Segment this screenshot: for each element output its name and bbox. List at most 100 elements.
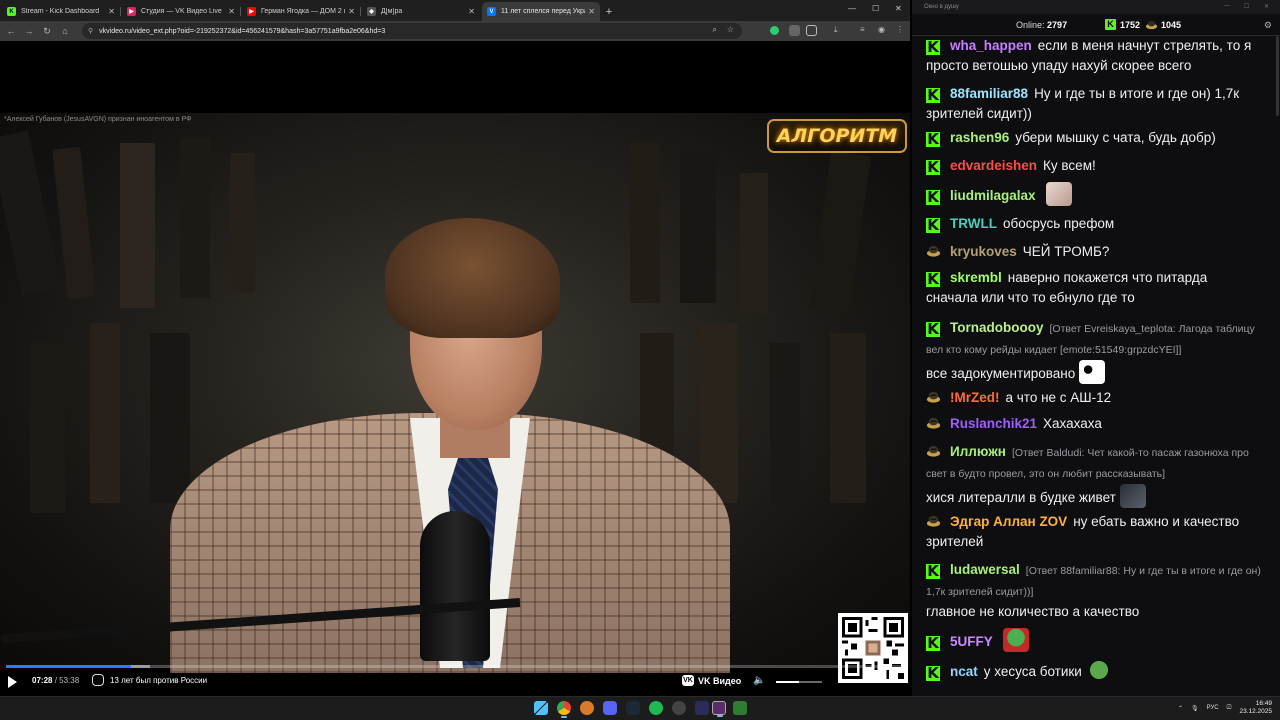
extension-gray-icon[interactable] bbox=[789, 25, 800, 36]
language-indicator[interactable]: РУС bbox=[1207, 705, 1219, 711]
chat-username[interactable]: 88familiar88 bbox=[950, 86, 1028, 101]
chat-username[interactable]: TRWLL bbox=[950, 216, 997, 231]
system-tray: ⌃ 🎙 РУС ⎚ 16:49 23.12.2025 bbox=[1178, 700, 1272, 716]
volume-icon[interactable]: 🔈 bbox=[753, 675, 765, 686]
chat-username[interactable]: Иллюжн bbox=[950, 444, 1006, 459]
chat-scrollbar[interactable] bbox=[1274, 36, 1280, 692]
tab-label: 11 лет сплелся перед Украин bbox=[501, 8, 585, 15]
kick-badge-icon: K bbox=[926, 634, 940, 652]
reload-icon[interactable]: ↻ bbox=[38, 26, 56, 37]
chat-close-button[interactable]: ✕ bbox=[1264, 3, 1269, 10]
back-icon[interactable]: ← bbox=[2, 26, 20, 36]
tab-label: Студия — VK Видео Live bbox=[141, 8, 222, 15]
tab-vk-studio[interactable]: ▶ Студия — VK Видео Live ✕ bbox=[122, 2, 241, 21]
app-orange-icon[interactable] bbox=[580, 701, 594, 715]
video-progress-bar[interactable] bbox=[6, 665, 904, 668]
app-media-icon[interactable] bbox=[695, 701, 709, 715]
chat-text: а что не с АШ-12 bbox=[1005, 390, 1112, 405]
chat-username[interactable]: ludawersal bbox=[950, 562, 1020, 577]
site-info-icon[interactable]: ⚲ bbox=[88, 27, 93, 35]
chat-username[interactable]: edvardeishen bbox=[950, 158, 1037, 173]
tab-youtube[interactable]: ▶ Герман Ягодка — ДОМ 2 и ан ✕ bbox=[242, 2, 361, 21]
settings-gear-icon[interactable]: ⚙ bbox=[1264, 20, 1272, 31]
chat-username[interactable]: Ruslanchik21 bbox=[950, 416, 1037, 431]
start-windows-icon[interactable] bbox=[534, 701, 548, 715]
profile-icon[interactable]: ◉ bbox=[878, 25, 885, 34]
chat-username[interactable]: wha_happen bbox=[950, 38, 1032, 53]
chat-username[interactable]: skrembl bbox=[950, 270, 1002, 285]
chat-message: Krashen96 убери мышку с чата, будь добр) bbox=[912, 128, 1262, 148]
chat-text: Ку всем! bbox=[1043, 158, 1096, 173]
tab-kick-dashboard[interactable]: K Stream - Kick Dashboard ✕ bbox=[2, 2, 121, 21]
tray-chevron-icon[interactable]: ⌃ bbox=[1178, 705, 1183, 712]
minimize-button[interactable]: — bbox=[848, 4, 856, 13]
vk-badge-icon bbox=[926, 515, 941, 527]
new-tab-button[interactable]: + bbox=[600, 6, 618, 18]
online-counter: Online: 2797 bbox=[1016, 20, 1068, 30]
chat-username[interactable]: kryukoves bbox=[950, 244, 1017, 259]
tab-close-icon[interactable]: ✕ bbox=[228, 7, 235, 16]
reading-list-icon[interactable]: ≡ bbox=[860, 25, 865, 34]
chat-message: Kedvardeishen Ку всем! bbox=[912, 156, 1262, 176]
home-icon[interactable]: ⌂ bbox=[56, 26, 74, 36]
steam-icon[interactable] bbox=[626, 701, 640, 715]
chat-message: Kliudmilagalax bbox=[912, 182, 1262, 206]
vk-badge-icon bbox=[926, 445, 941, 457]
tab-close-icon[interactable]: ✕ bbox=[108, 7, 115, 16]
chat-username[interactable]: rashen96 bbox=[950, 130, 1009, 145]
chat-username[interactable]: liudmilagalax bbox=[950, 188, 1036, 203]
tab-close-icon[interactable]: ✕ bbox=[348, 7, 355, 16]
vk-viewers-icon bbox=[1145, 20, 1158, 30]
bookmark-star-icon[interactable]: ☆ bbox=[727, 25, 734, 35]
progress-fill bbox=[6, 665, 131, 668]
chat-message: Эдгар Аллан ZOV ну ебать важно и качество… bbox=[912, 512, 1262, 552]
address-bar[interactable]: ⚲ vkvideo.ru/video_ext.php?oid=-21925237… bbox=[82, 23, 742, 39]
extension-green-icon[interactable] bbox=[770, 26, 779, 35]
chat-text: ЧЕЙ ТРОМБ? bbox=[1022, 244, 1110, 259]
chat-username[interactable]: Tornadobooоy bbox=[950, 320, 1044, 335]
chapter-title[interactable]: 13 лет был против России bbox=[110, 676, 207, 685]
tab-label: Д[м]ра bbox=[381, 8, 403, 15]
cat-emote bbox=[1045, 182, 1072, 206]
chat-username[interactable]: Эдгар Аллан ZOV bbox=[950, 514, 1067, 529]
maximize-button[interactable]: ☐ bbox=[872, 4, 879, 13]
play-icon[interactable] bbox=[8, 676, 17, 688]
algoritm-logo: АЛГОРИТМ bbox=[767, 119, 907, 153]
chat-username[interactable]: ncat bbox=[950, 664, 978, 679]
chat-minimize-button[interactable]: — bbox=[1224, 3, 1230, 9]
zoom-icon[interactable]: ⌕ bbox=[712, 25, 716, 35]
tab-close-icon[interactable]: ✕ bbox=[468, 7, 475, 16]
app-gray-icon[interactable] bbox=[672, 701, 686, 715]
tab-vk-video-active[interactable]: V 11 лет сплелся перед Украин ✕ bbox=[482, 2, 600, 21]
chat-maximize-button[interactable]: ☐ bbox=[1244, 3, 1249, 10]
chat-app-icon[interactable] bbox=[712, 701, 726, 717]
menu-icon[interactable]: ⋮ bbox=[896, 25, 904, 34]
microphone-icon[interactable]: 🎙 bbox=[1191, 705, 1199, 712]
browser-toolbar: ← → ↻ ⌂ ⚲ vkvideo.ru/video_ext.php?oid=-… bbox=[0, 21, 910, 41]
clock[interactable]: 16:49 23.12.2025 bbox=[1239, 700, 1272, 716]
network-icon[interactable]: ⎚ bbox=[1227, 705, 1232, 712]
extensions-puzzle-icon[interactable] bbox=[806, 25, 817, 36]
chat-username[interactable]: 5UFFY bbox=[950, 634, 993, 649]
tab-dmra[interactable]: ◆ Д[м]ра ✕ bbox=[362, 2, 480, 21]
youtube-favicon-icon: ▶ bbox=[247, 7, 256, 16]
vk-video-brand[interactable]: VK Видео bbox=[698, 676, 741, 686]
chrome-taskbar-icon[interactable] bbox=[557, 701, 571, 718]
app-green-icon[interactable] bbox=[733, 701, 747, 715]
chat-text: хися литералли в будке живет bbox=[926, 490, 1116, 505]
forward-icon[interactable]: → bbox=[20, 26, 38, 36]
video-player[interactable]: *Алексей Губанов (JesusAVGN) признан ино… bbox=[0, 41, 910, 696]
browser-window: K Stream - Kick Dashboard ✕ ▶ Студия — V… bbox=[0, 0, 910, 696]
tab-close-icon[interactable]: ✕ bbox=[588, 7, 595, 16]
download-icon[interactable]: ⤓ bbox=[834, 25, 838, 35]
volume-slider[interactable] bbox=[776, 681, 822, 683]
spotify-icon[interactable] bbox=[649, 701, 663, 715]
chapters-icon[interactable] bbox=[92, 674, 104, 686]
vk-badge-icon bbox=[926, 245, 941, 257]
vk-badge-icon bbox=[926, 391, 941, 403]
close-window-button[interactable]: ✕ bbox=[895, 4, 902, 13]
kick-favicon-icon: K bbox=[7, 7, 16, 16]
chat-username[interactable]: !MrZed! bbox=[950, 390, 1000, 405]
chat-message: Kncat у хесуса ботики bbox=[912, 658, 1262, 682]
discord-icon[interactable] bbox=[603, 701, 617, 715]
